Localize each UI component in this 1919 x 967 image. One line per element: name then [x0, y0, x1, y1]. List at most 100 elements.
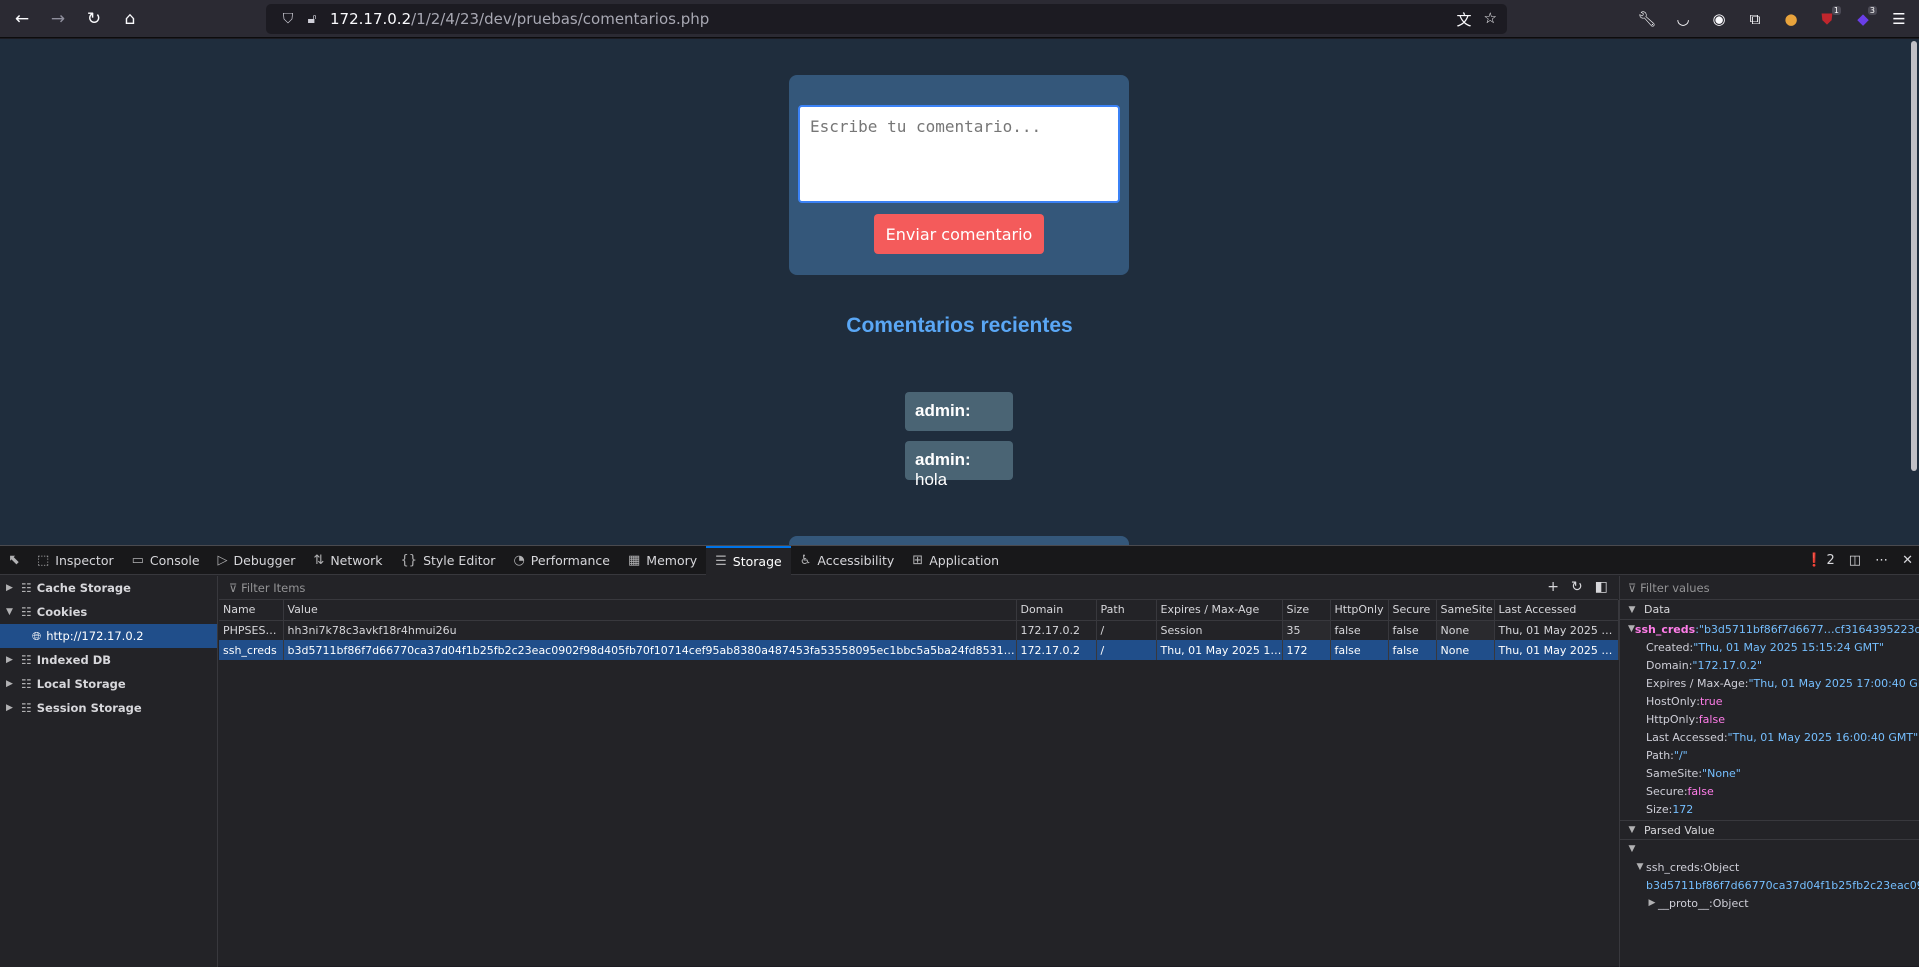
- back-arrow-icon[interactable]: ←: [8, 5, 36, 33]
- tab-memory[interactable]: ▦ Memory: [619, 546, 706, 575]
- column-header[interactable]: Expires / Max-Age: [1156, 600, 1283, 621]
- expand-triangle-icon[interactable]: ▶: [1646, 898, 1658, 908]
- cell-size[interactable]: 35: [1282, 620, 1331, 640]
- expand-triangle-icon[interactable]: ▶: [6, 679, 16, 689]
- prop-value: "/": [1673, 748, 1688, 762]
- menu-icon[interactable]: ☰: [1885, 5, 1913, 33]
- bookmark-star-icon[interactable]: ☆: [1484, 9, 1497, 30]
- reload-icon[interactable]: ↻: [80, 5, 108, 33]
- tree-label: Cookies: [36, 605, 88, 619]
- expand-triangle-icon[interactable]: ▶: [6, 583, 16, 593]
- shield-icon[interactable]: ⛉: [276, 11, 300, 27]
- cookie-prop-row: HttpOnly: false: [1646, 712, 1725, 726]
- data-section-header[interactable]: ▼ Data: [1620, 600, 1919, 620]
- tab-storage[interactable]: ☰ Storage: [706, 545, 791, 575]
- column-header[interactable]: Name: [219, 600, 284, 621]
- page-scrollbar[interactable]: [1911, 41, 1917, 471]
- tab-application[interactable]: ⊞ Application: [903, 546, 1008, 575]
- collapse-triangle-icon[interactable]: ▼: [1628, 624, 1635, 634]
- home-icon[interactable]: ⌂: [116, 5, 144, 33]
- tab-console[interactable]: ▭ Console: [123, 546, 209, 575]
- cell-size[interactable]: 172: [1282, 640, 1331, 660]
- cell-httponly[interactable]: false: [1330, 640, 1389, 660]
- cell-value[interactable]: hh3ni7k78c3avkf18r4hmui26u: [283, 620, 1017, 640]
- refresh-icon[interactable]: ↻: [1571, 579, 1583, 595]
- cell-value[interactable]: b3d5711bf86f7d66770ca37d04f1b25fb2c23eac…: [283, 640, 1017, 660]
- column-header[interactable]: Last Accessed: [1494, 600, 1619, 621]
- cell-last-accessed[interactable]: Thu, 01 May 2025 16:…: [1494, 640, 1619, 660]
- column-header[interactable]: Value: [283, 600, 1017, 621]
- toggle-sidebar-icon[interactable]: ◧: [1595, 579, 1608, 595]
- tab-style-editor[interactable]: {} Style Editor: [392, 546, 505, 575]
- tree-item-local-storage[interactable]: ▶ ☷ Local Storage: [0, 672, 217, 696]
- cell-samesite[interactable]: None: [1436, 640, 1495, 660]
- filter-items-bar[interactable]: ⊽ Filter Items: [219, 576, 1618, 600]
- tree-item-indexed-db[interactable]: ▶ ☷ Indexed DB: [0, 648, 217, 672]
- cell-httponly[interactable]: false: [1330, 620, 1389, 640]
- more-options-icon[interactable]: ⋯: [1875, 553, 1888, 568]
- column-header[interactable]: Domain: [1016, 600, 1097, 621]
- collapse-triangle-icon[interactable]: ▼: [1626, 825, 1638, 835]
- close-devtools-icon[interactable]: ✕: [1902, 553, 1913, 568]
- prop-value: false: [1687, 784, 1714, 798]
- cell-name[interactable]: PHPSES…: [219, 620, 284, 640]
- tab-accessibility[interactable]: ♿ Accessibility: [791, 546, 904, 575]
- expand-triangle-icon[interactable]: ▶: [6, 703, 16, 713]
- cell-secure[interactable]: false: [1388, 620, 1437, 640]
- cell-path[interactable]: /: [1096, 620, 1157, 640]
- column-header[interactable]: SameSite: [1436, 600, 1495, 621]
- table-row[interactable]: ssh_creds b3d5711bf86f7d66770ca37d04f1b25…: [219, 640, 1619, 660]
- collapse-triangle-icon[interactable]: ▼: [1626, 844, 1638, 854]
- tab-debugger[interactable]: ▷ Debugger: [209, 546, 305, 575]
- dock-icon[interactable]: ◫: [1849, 553, 1861, 568]
- collapse-triangle-icon[interactable]: ▼: [6, 607, 16, 617]
- cell-last-accessed[interactable]: Thu, 01 May 2025 16:…: [1494, 620, 1619, 640]
- submit-comment-button[interactable]: Enviar comentario: [874, 214, 1044, 254]
- tab-label: Memory: [646, 552, 698, 568]
- cell-domain[interactable]: 172.17.0.2: [1016, 640, 1097, 660]
- column-header[interactable]: Size: [1282, 600, 1331, 621]
- filter-values-bar[interactable]: ⊽ Filter values: [1620, 576, 1919, 600]
- tree-item-cache-storage[interactable]: ▶ ☷ Cache Storage: [0, 576, 217, 600]
- cell-name[interactable]: ssh_creds: [219, 640, 284, 660]
- tab-performance[interactable]: ◔ Performance: [504, 546, 619, 575]
- cell-expires[interactable]: Session: [1156, 620, 1283, 640]
- cell-path[interactable]: /: [1096, 640, 1157, 660]
- cell-expires[interactable]: Thu, 01 May 2025 17:…: [1156, 640, 1283, 660]
- cell-samesite[interactable]: None: [1436, 620, 1495, 640]
- element-picker-icon[interactable]: ⬉: [0, 552, 28, 568]
- error-count[interactable]: ❗ 2: [1806, 553, 1835, 568]
- tab-inspector[interactable]: ⬚ Inspector: [28, 546, 123, 575]
- proto-row[interactable]: ▶ __proto__: Object: [1620, 894, 1919, 912]
- tree-item-cookies[interactable]: ▼ ☷ Cookies: [0, 600, 217, 624]
- add-item-icon[interactable]: +: [1547, 579, 1559, 595]
- ublock-icon[interactable]: ⛊ 1: [1813, 5, 1841, 33]
- tab-network[interactable]: ⇅ Network: [304, 546, 391, 575]
- table-row[interactable]: PHPSES… hh3ni7k78c3avkf18r4hmui26u 172.17.…: [219, 620, 1619, 640]
- parsed-object-row[interactable]: ▼ ssh_creds: Object: [1620, 858, 1919, 876]
- column-header[interactable]: Secure: [1388, 600, 1437, 621]
- parsed-section-header[interactable]: ▼ Parsed Value: [1620, 820, 1919, 840]
- collapse-triangle-icon[interactable]: ▼: [1634, 862, 1646, 872]
- wappalyzer-icon[interactable]: ◆ 3: [1849, 5, 1877, 33]
- cookie-extension-icon[interactable]: ●: [1777, 5, 1805, 33]
- url-bar[interactable]: ⛉ 🔓︎ 172.17.0.2/1/2/4/23/dev/pruebas/com…: [266, 4, 1507, 34]
- insecure-lock-icon[interactable]: 🔓︎: [300, 11, 324, 27]
- tree-item-cookie-host[interactable]: 🌐︎ http://172.17.0.2: [0, 624, 217, 648]
- collapse-triangle-icon[interactable]: ▼: [1626, 605, 1638, 615]
- column-header[interactable]: HttpOnly: [1330, 600, 1389, 621]
- account-icon[interactable]: ◉: [1705, 5, 1733, 33]
- extensions-icon[interactable]: ⧉: [1741, 5, 1769, 33]
- cookie-root-row[interactable]: ▼ ssh_creds:"b3d5711bf86f7d6677…cf316439…: [1620, 620, 1919, 638]
- pocket-icon[interactable]: ◡: [1669, 5, 1697, 33]
- comment-textarea[interactable]: [798, 105, 1120, 203]
- wrench-icon[interactable]: 🔧︎: [1633, 5, 1661, 33]
- expand-triangle-icon[interactable]: ▶: [6, 655, 16, 665]
- parsed-root-row[interactable]: ▼: [1620, 840, 1919, 858]
- forward-arrow-icon[interactable]: →: [44, 5, 72, 33]
- translate-icon[interactable]: 文: [1457, 9, 1472, 30]
- tree-item-session-storage[interactable]: ▶ ☷ Session Storage: [0, 696, 217, 720]
- cell-domain[interactable]: 172.17.0.2: [1016, 620, 1097, 640]
- column-header[interactable]: Path: [1096, 600, 1157, 621]
- cell-secure[interactable]: false: [1388, 640, 1437, 660]
